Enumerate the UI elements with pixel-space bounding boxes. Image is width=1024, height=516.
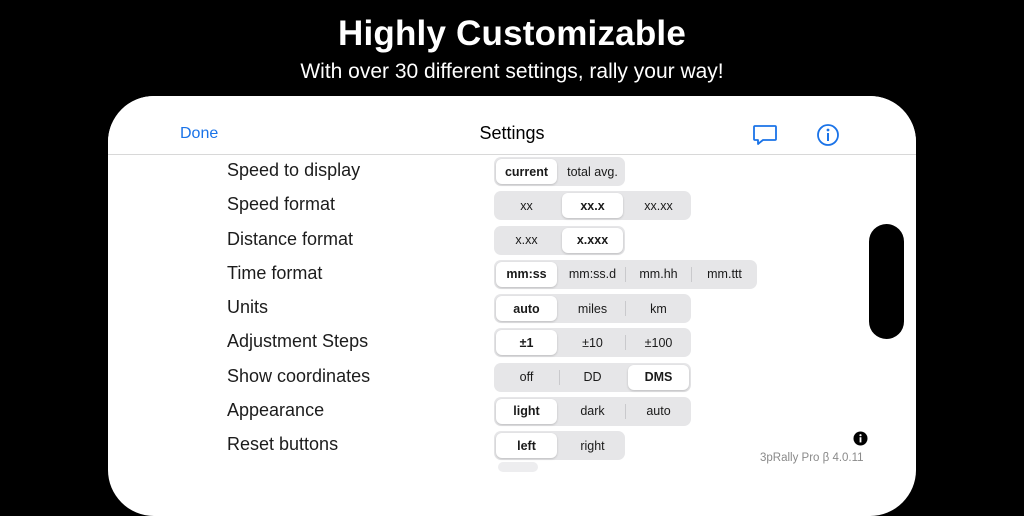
segment-option[interactable]: mm:ss.d (560, 260, 625, 289)
chat-bubble-icon[interactable] (752, 122, 778, 148)
segmented-control: left right (494, 431, 625, 460)
partial-row-control (498, 462, 538, 472)
settings-row: Appearance light dark auto (108, 394, 916, 428)
phone-screen: Done Settings Speed to display current tot… (108, 96, 916, 516)
segment-option[interactable]: ±10 (560, 328, 625, 357)
segment-option[interactable]: xx.xx (626, 191, 691, 220)
version-label: 3pRally Pro β 4.0.11 (760, 452, 864, 464)
settings-row: Units auto miles km (108, 291, 916, 325)
setting-label: Adjustment Steps (227, 331, 369, 352)
segment-divider (559, 198, 560, 213)
segment-option[interactable]: miles (560, 294, 625, 323)
segment-option[interactable]: ±1 (496, 330, 557, 356)
settings-row: Speed to display current total avg. (108, 154, 916, 188)
segment-option[interactable]: dark (560, 397, 625, 426)
segment-option[interactable]: km (626, 294, 691, 323)
segmented-control: x.xx x.xxx (494, 225, 625, 255)
segmented-control: ±1 ±10 ±100 (494, 328, 691, 358)
navigation-bar: Done Settings (108, 96, 916, 155)
segment-option[interactable]: right (560, 431, 625, 460)
setting-label: Appearance (227, 399, 325, 420)
segment-option[interactable]: mm.ttt (692, 260, 757, 289)
setting-label: Reset buttons (227, 434, 339, 454)
segment-option[interactable]: light (496, 398, 557, 424)
segmented-control: auto miles km (494, 294, 691, 323)
segmented-control: mm:ss mm:ss.d mm.hh mm.ttt (494, 259, 757, 289)
setting-label: Time format (227, 262, 323, 283)
segment-option[interactable]: auto (626, 397, 691, 426)
segment-option[interactable]: x.xx (494, 226, 559, 255)
segment-option[interactable]: DD (560, 363, 625, 392)
segment-option[interactable]: mm.hh (626, 260, 691, 289)
setting-label: Speed format (227, 194, 336, 215)
setting-label: Units (227, 297, 269, 317)
segmented-control: current total avg. (494, 157, 625, 186)
segment-option[interactable]: xx.x (562, 193, 623, 219)
segment-option[interactable]: mm:ss (496, 261, 557, 287)
info-filled-icon[interactable] (853, 431, 868, 446)
settings-row: Show coordinates off DD DMS (108, 360, 916, 394)
segmented-control: light dark auto (494, 396, 691, 426)
segment-divider (559, 233, 560, 248)
info-circle-icon[interactable] (815, 122, 841, 148)
segment-option[interactable]: auto (496, 296, 557, 321)
setting-label: Show coordinates (227, 365, 371, 386)
segmented-control: xx xx.x xx.xx (494, 191, 691, 221)
page-title: Settings (479, 123, 545, 143)
settings-row: Distance format x.xx x.xxx (108, 223, 916, 257)
promo-title: Highly Customizable (337, 14, 686, 53)
settings-row: Speed format xx xx.x xx.xx (108, 188, 916, 222)
settings-row: Adjustment Steps ±1 ±10 ±100 (108, 325, 916, 359)
segment-option[interactable]: left (496, 433, 557, 458)
segmented-control: off DD DMS (494, 362, 691, 392)
segment-option[interactable]: total avg. (560, 157, 625, 186)
segment-divider (625, 370, 626, 385)
segment-option[interactable]: ±100 (626, 328, 691, 357)
segment-option[interactable]: x.xxx (562, 227, 623, 253)
segment-option[interactable]: current (496, 159, 557, 184)
segment-option[interactable]: xx (494, 191, 559, 220)
setting-label: Distance format (227, 228, 354, 249)
segment-option[interactable]: off (494, 363, 559, 392)
segment-option[interactable]: DMS (628, 364, 689, 390)
scroll-handle[interactable] (869, 224, 904, 339)
promo-subtitle: With over 30 different settings, rally y… (300, 60, 724, 83)
setting-label: Speed to display (227, 160, 361, 180)
settings-row: Time format mm:ss mm:ss.d mm.hh mm.ttt (108, 257, 916, 291)
